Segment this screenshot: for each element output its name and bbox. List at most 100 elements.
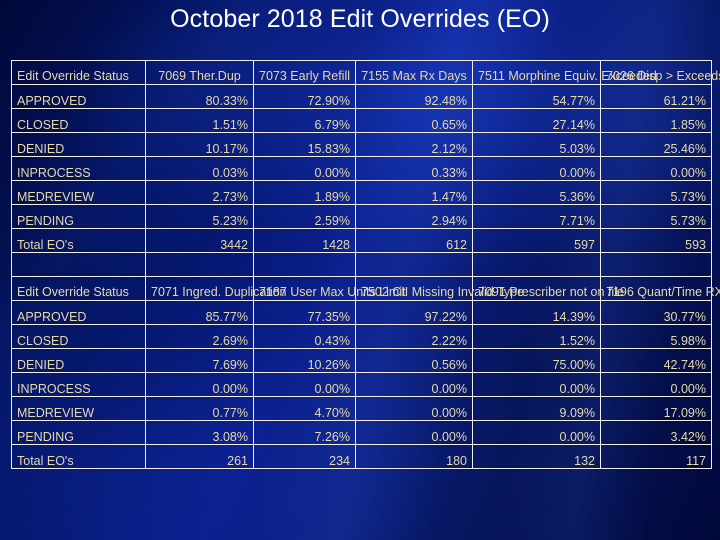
cell-value: 1.85% — [600, 108, 712, 133]
cell-value: 5.36% — [472, 180, 601, 205]
slide-background: October 2018 Edit Overrides (EO) Edit Ov… — [0, 0, 720, 540]
table-row: CLOSED 2.69% 0.43% 2.22% 1.52% 5.98% — [11, 324, 712, 349]
cell-value: 42.74% — [600, 348, 712, 373]
cell-value: 0.65% — [355, 108, 473, 133]
table-total-row: Total EO's 261 234 180 132 117 — [11, 444, 712, 469]
table-row: INPROCESS 0.00% 0.00% 0.00% 0.00% 0.00% — [11, 372, 712, 397]
cell-value: 7.71% — [472, 204, 601, 229]
cell-value: 0.00% — [253, 372, 356, 397]
cell-value: 5.73% — [600, 204, 712, 229]
table-row: APPROVED 85.77% 77.35% 97.22% 14.39% 30.… — [11, 300, 712, 325]
spacer-cell — [145, 252, 254, 277]
table2-header-7196: 7196 Quant/Time RX limit — [600, 276, 720, 301]
cell-value: 0.00% — [472, 372, 601, 397]
cell-value: 180 — [355, 444, 473, 469]
cell-value: 5.73% — [600, 180, 712, 205]
cell-value: 0.00% — [355, 396, 473, 421]
cell-value: 1.89% — [253, 180, 356, 205]
row-label: MEDREVIEW — [11, 180, 146, 205]
cell-value: 0.00% — [472, 420, 601, 445]
cell-value: 0.33% — [355, 156, 473, 181]
cell-value: 75.00% — [472, 348, 601, 373]
table1-header-7511: 7511 Morphine Equiv. Exceeded — [472, 60, 657, 85]
cell-value: 0.00% — [600, 372, 712, 397]
cell-value: 0.43% — [253, 324, 356, 349]
cell-value: 25.46% — [600, 132, 712, 157]
cell-value: 0.00% — [253, 156, 356, 181]
spacer-cell — [355, 252, 473, 277]
table1-header-7073: 7073 Early Refill — [253, 60, 356, 85]
row-label: DENIED — [11, 348, 146, 373]
slide-title: October 2018 Edit Overrides (EO) — [170, 5, 550, 33]
table2-header-row: Edit Override Status 7071 Ingred. Duplic… — [11, 276, 720, 301]
cell-value: 0.77% — [145, 396, 254, 421]
cell-value: 72.90% — [253, 84, 356, 109]
cell-value: 234 — [253, 444, 356, 469]
cell-value: 2.69% — [145, 324, 254, 349]
cell-value: 593 — [600, 228, 712, 253]
cell-value: 1.52% — [472, 324, 601, 349]
cell-value: 0.00% — [472, 156, 601, 181]
cell-value: 10.26% — [253, 348, 356, 373]
cell-value: 9.09% — [472, 396, 601, 421]
spacer-cell — [472, 252, 601, 277]
cell-value: 27.14% — [472, 108, 601, 133]
cell-value: 2.59% — [253, 204, 356, 229]
cell-value: 80.33% — [145, 84, 254, 109]
cell-value: 117 — [600, 444, 712, 469]
cell-value: 612 — [355, 228, 473, 253]
cell-value: 132 — [472, 444, 601, 469]
row-label: PENDING — [11, 204, 146, 229]
row-label: DENIED — [11, 132, 146, 157]
row-label: APPROVED — [11, 84, 146, 109]
cell-value: 1.47% — [355, 180, 473, 205]
table1-header-7155: 7155 Max Rx Days — [355, 60, 473, 85]
cell-value: 3.42% — [600, 420, 712, 445]
cell-value: 92.48% — [355, 84, 473, 109]
row-label: MEDREVIEW — [11, 396, 146, 421]
cell-value: 1428 — [253, 228, 356, 253]
cell-value: 1.51% — [145, 108, 254, 133]
cell-value: 7.69% — [145, 348, 254, 373]
table2-header-status: Edit Override Status — [11, 276, 146, 301]
cell-value: 5.23% — [145, 204, 254, 229]
cell-value: 0.00% — [355, 420, 473, 445]
cell-value: 97.22% — [355, 300, 473, 325]
cell-value: 261 — [145, 444, 254, 469]
cell-value: 2.22% — [355, 324, 473, 349]
cell-value: 15.83% — [253, 132, 356, 157]
table2-header-7071: 7071 Ingred. Duplication — [145, 276, 287, 301]
cell-value: 0.56% — [355, 348, 473, 373]
cell-value: 5.03% — [472, 132, 601, 157]
table-row: DENIED 10.17% 15.83% 2.12% 5.03% 25.46% — [11, 132, 712, 157]
row-label: INPROCESS — [11, 372, 146, 397]
spacer-row — [11, 252, 712, 277]
table1-header-status: Edit Override Status — [11, 60, 146, 85]
cell-value: 597 — [472, 228, 601, 253]
cell-value: 7.26% — [253, 420, 356, 445]
cell-value: 6.79% — [253, 108, 356, 133]
cell-value: 30.77% — [600, 300, 712, 325]
table-row: PENDING 5.23% 2.59% 2.94% 7.71% 5.73% — [11, 204, 712, 229]
cell-value: 3.08% — [145, 420, 254, 445]
edit-overrides-grid: Edit Override Status 7069 Ther.Dup 7073 … — [11, 60, 720, 469]
cell-value: 2.94% — [355, 204, 473, 229]
row-label: INPROCESS — [11, 156, 146, 181]
table-row: MEDREVIEW 0.77% 4.70% 0.00% 9.09% 17.09% — [11, 396, 712, 421]
table-row: CLOSED 1.51% 6.79% 0.65% 27.14% 1.85% — [11, 108, 712, 133]
cell-value: 4.70% — [253, 396, 356, 421]
cell-value: 54.77% — [472, 84, 601, 109]
cell-value: 0.00% — [600, 156, 712, 181]
row-label: CLOSED — [11, 324, 146, 349]
table2-header-7091: 7091 Prescriber not on file — [472, 276, 624, 301]
row-label: CLOSED — [11, 108, 146, 133]
table2-header-7187: 7187 User Max Units Limit — [253, 276, 406, 301]
cell-value: 85.77% — [145, 300, 254, 325]
cell-value: 0.03% — [145, 156, 254, 181]
cell-value: 0.00% — [145, 372, 254, 397]
row-label: Total EO's — [11, 444, 146, 469]
table2-header-7502: 7502 CII Missing Invalid Type — [355, 276, 524, 301]
table-row: MEDREVIEW 2.73% 1.89% 1.47% 5.36% 5.73% — [11, 180, 712, 205]
table1-header-7069: 7069 Ther.Dup — [145, 60, 254, 85]
cell-value: 3442 — [145, 228, 254, 253]
